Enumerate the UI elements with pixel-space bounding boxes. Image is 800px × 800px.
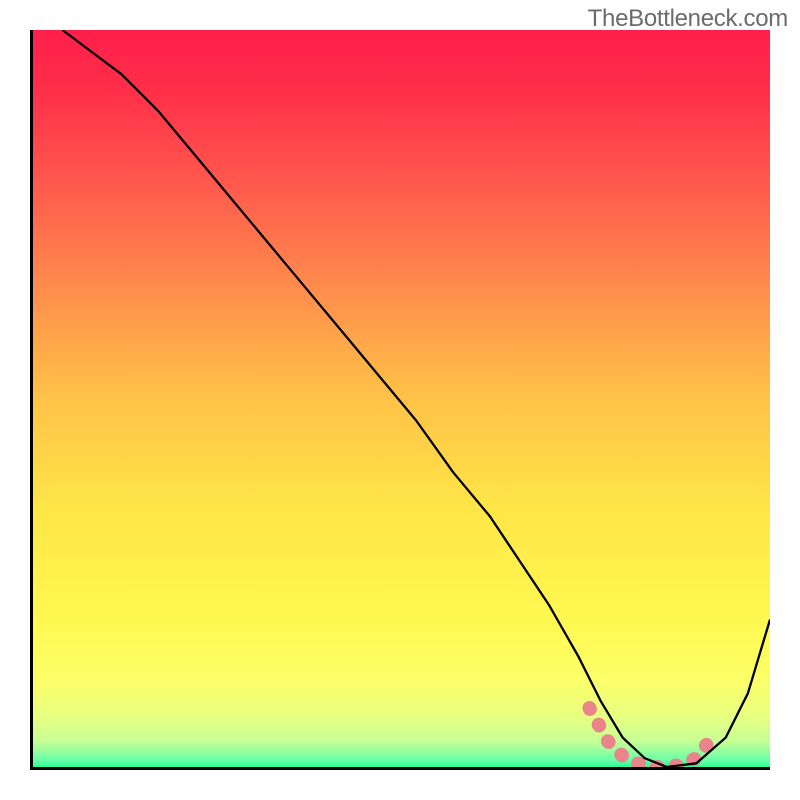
plot-area [30, 30, 770, 770]
watermark-text: TheBottleneck.com [588, 5, 788, 33]
gradient-background [33, 30, 770, 767]
chart-container: TheBottleneck.com [0, 0, 800, 800]
